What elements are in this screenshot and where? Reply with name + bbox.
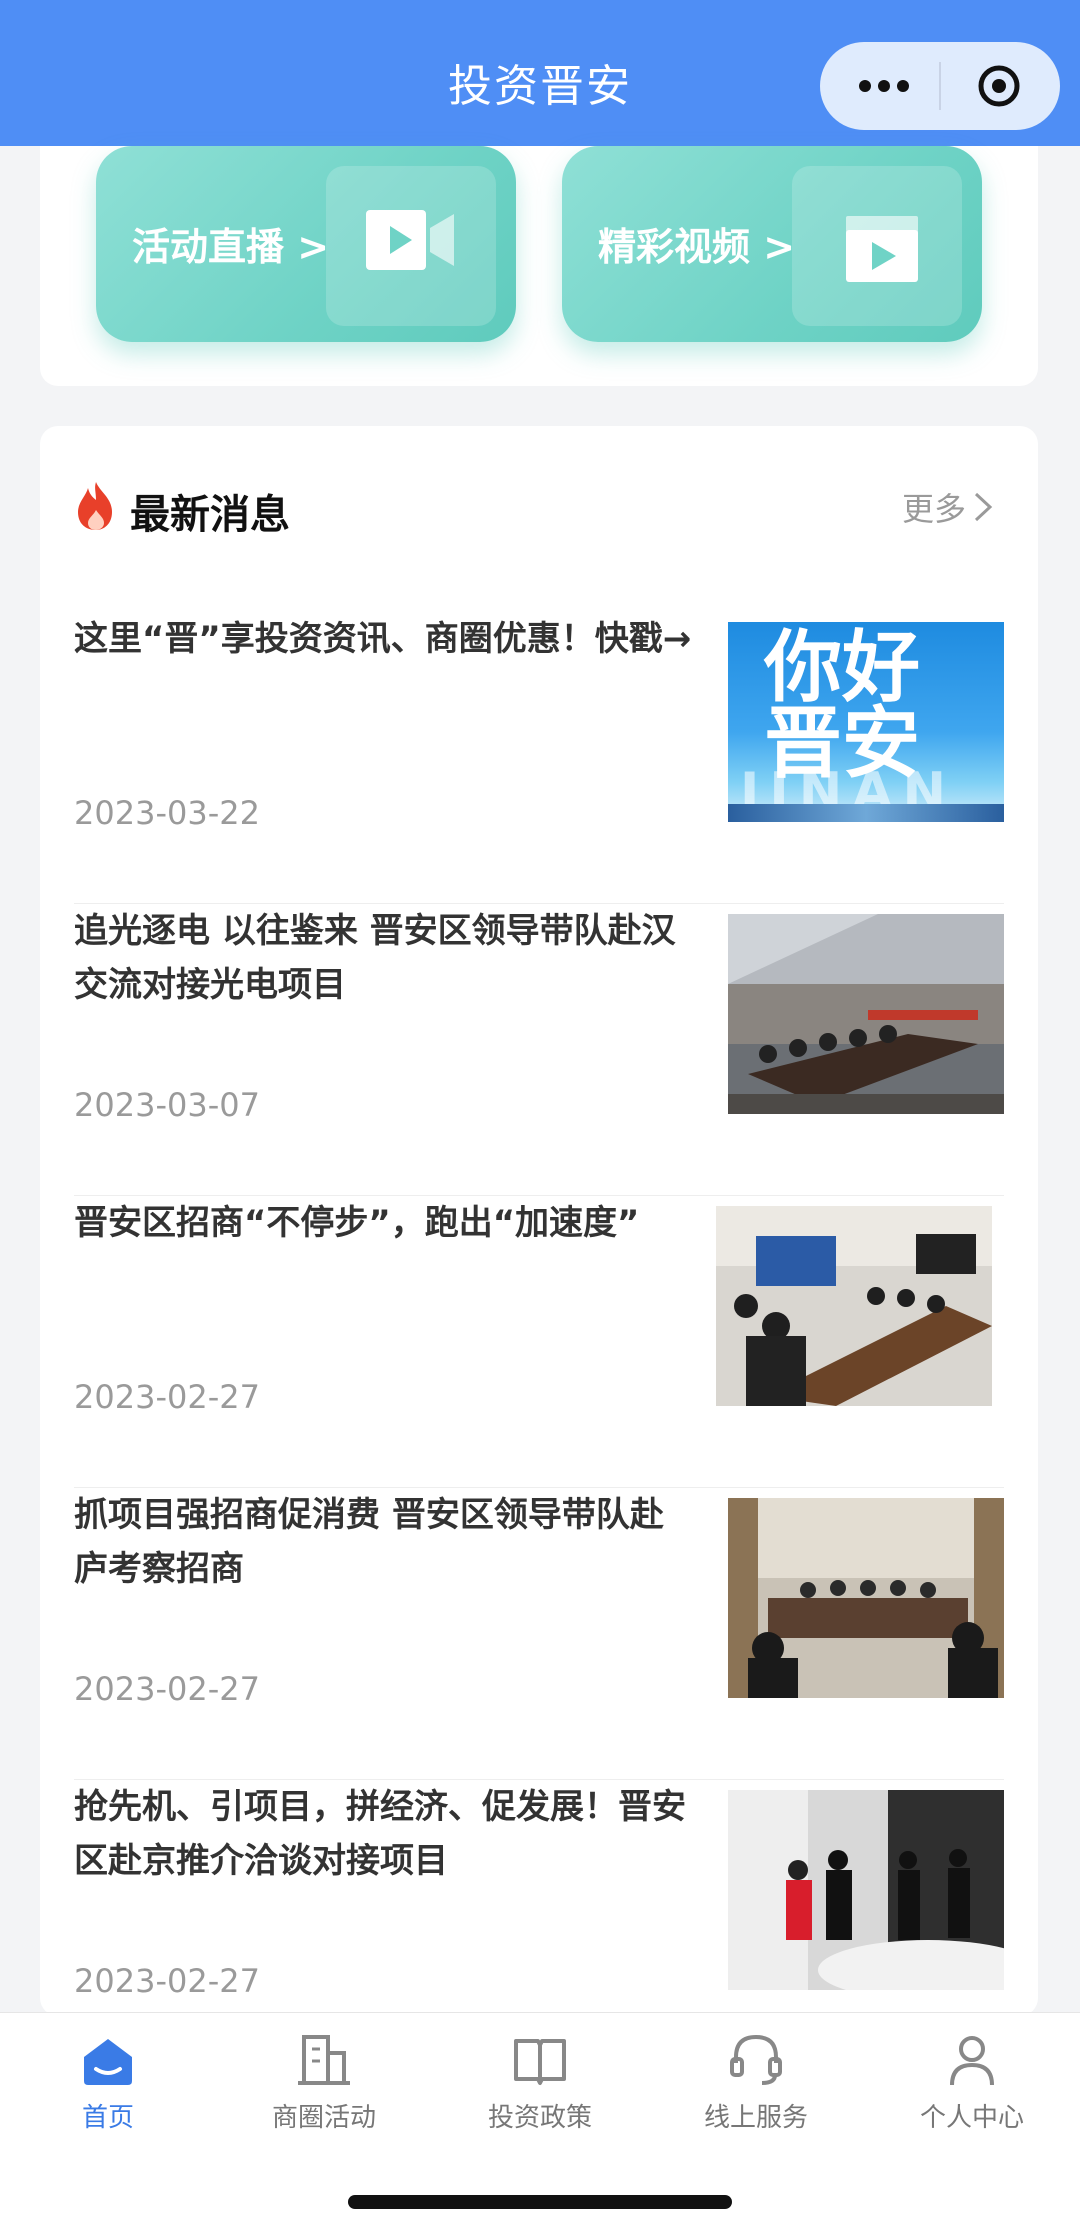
meeting-photo — [728, 914, 1004, 1114]
chevron-right-icon — [974, 492, 993, 522]
news-date: 2023-02-27 — [74, 1670, 260, 1708]
thumbnail-sea — [728, 804, 1004, 822]
building-icon — [298, 2035, 350, 2085]
section-title: 最新消息 — [130, 492, 290, 538]
news-headline: 抢先机、引项目，拼经济、促发展！晋安区赴京推介洽谈对接项目 — [74, 1787, 686, 1881]
headset-icon — [730, 2034, 782, 2085]
news-thumbnail: 你好 晋安 JINAN — [728, 622, 1004, 822]
thumbnail-text: 你好 — [764, 623, 921, 713]
more-link-label: 更多 — [901, 490, 966, 528]
tab-business-activities[interactable]: 商圈活动 — [216, 2029, 432, 2149]
close-target-icon[interactable] — [975, 62, 1023, 110]
tab-personal-center[interactable]: 个人中心 — [864, 2029, 1080, 2149]
news-list-item[interactable]: 晋安区招商“不停步”，跑出“加速度” 2023-02-27 — [74, 1196, 1004, 1488]
tab-investment-policy[interactable]: 投资政策 — [432, 2029, 648, 2149]
news-headline: 这里“晋”享投资资讯、商圈优惠！快戳→ — [74, 619, 692, 659]
latest-news-card: 最新消息 更多 这里“晋”享投资资讯、商圈优惠！快戳→ 2023-03-22 你… — [40, 426, 1038, 2016]
news-headline: 追光逐电 以往鉴来 晋安区领导带队赴汉交流对接光电项目 — [74, 911, 676, 1005]
tab-online-service[interactable]: 线上服务 — [648, 2029, 864, 2149]
featured-video-button[interactable]: 精彩视频 > — [562, 146, 982, 342]
news-header: 最新消息 更多 — [74, 476, 1004, 538]
news-headline: 抓项目强招商促消费 晋安区领导带队赴庐考察招商 — [74, 1495, 664, 1589]
tab-label: 首页 — [81, 2103, 134, 2133]
live-activity-button[interactable]: 活动直播 > — [96, 146, 516, 342]
meeting-photo — [716, 1206, 992, 1406]
news-list-item[interactable]: 抢先机、引项目，拼经济、促发展！晋安区赴京推介洽谈对接项目 2023-02-27 — [74, 1780, 1004, 2016]
bottom-tab-bar: 首页 商圈活动 投资政策 线上服务 个人中心 — [0, 2012, 1080, 2232]
news-list-item[interactable]: 这里“晋”享投资资讯、商圈优惠！快戳→ 2023-03-22 你好 晋安 JIN… — [74, 612, 1004, 904]
exhibition-photo — [728, 1790, 1004, 1990]
news-headline: 晋安区招商“不停步”，跑出“加速度” — [74, 1203, 640, 1243]
news-list-item[interactable]: 抓项目强招商促消费 晋安区领导带队赴庐考察招商 2023-02-27 — [74, 1488, 1004, 1780]
live-activity-label: 活动直播 > — [132, 225, 330, 269]
home-icon — [84, 2039, 132, 2085]
meeting-photo — [728, 1498, 1004, 1698]
book-icon — [514, 2039, 566, 2085]
capsule-divider — [939, 62, 941, 110]
news-date: 2023-02-27 — [74, 1962, 260, 2000]
mini-program-capsule — [820, 42, 1060, 130]
featured-video-label: 精彩视频 > — [598, 225, 796, 269]
tab-home[interactable]: 首页 — [0, 2029, 216, 2149]
tab-label: 投资政策 — [487, 2103, 592, 2133]
user-icon — [950, 2036, 994, 2086]
video-camera-icon — [366, 210, 454, 270]
more-news-link[interactable]: 更多 — [902, 484, 994, 530]
flame-icon — [78, 482, 112, 530]
top-navigation-bar: 投资晋安 — [0, 0, 1080, 146]
video-play-icon — [846, 216, 918, 282]
media-entry-card: 活动直播 > 精彩视频 > — [40, 146, 1038, 386]
news-date: 2023-02-27 — [74, 1378, 260, 1416]
news-date: 2023-03-07 — [74, 1086, 260, 1124]
home-indicator[interactable] — [348, 2195, 732, 2209]
news-list-item[interactable]: 追光逐电 以往鉴来 晋安区领导带队赴汉交流对接光电项目 2023-03-07 — [74, 904, 1004, 1196]
tab-label: 个人中心 — [919, 2103, 1024, 2133]
tab-label: 商圈活动 — [271, 2103, 376, 2133]
more-options-icon[interactable] — [854, 62, 914, 110]
tab-label: 线上服务 — [703, 2103, 808, 2133]
news-date: 2023-03-22 — [74, 794, 260, 832]
